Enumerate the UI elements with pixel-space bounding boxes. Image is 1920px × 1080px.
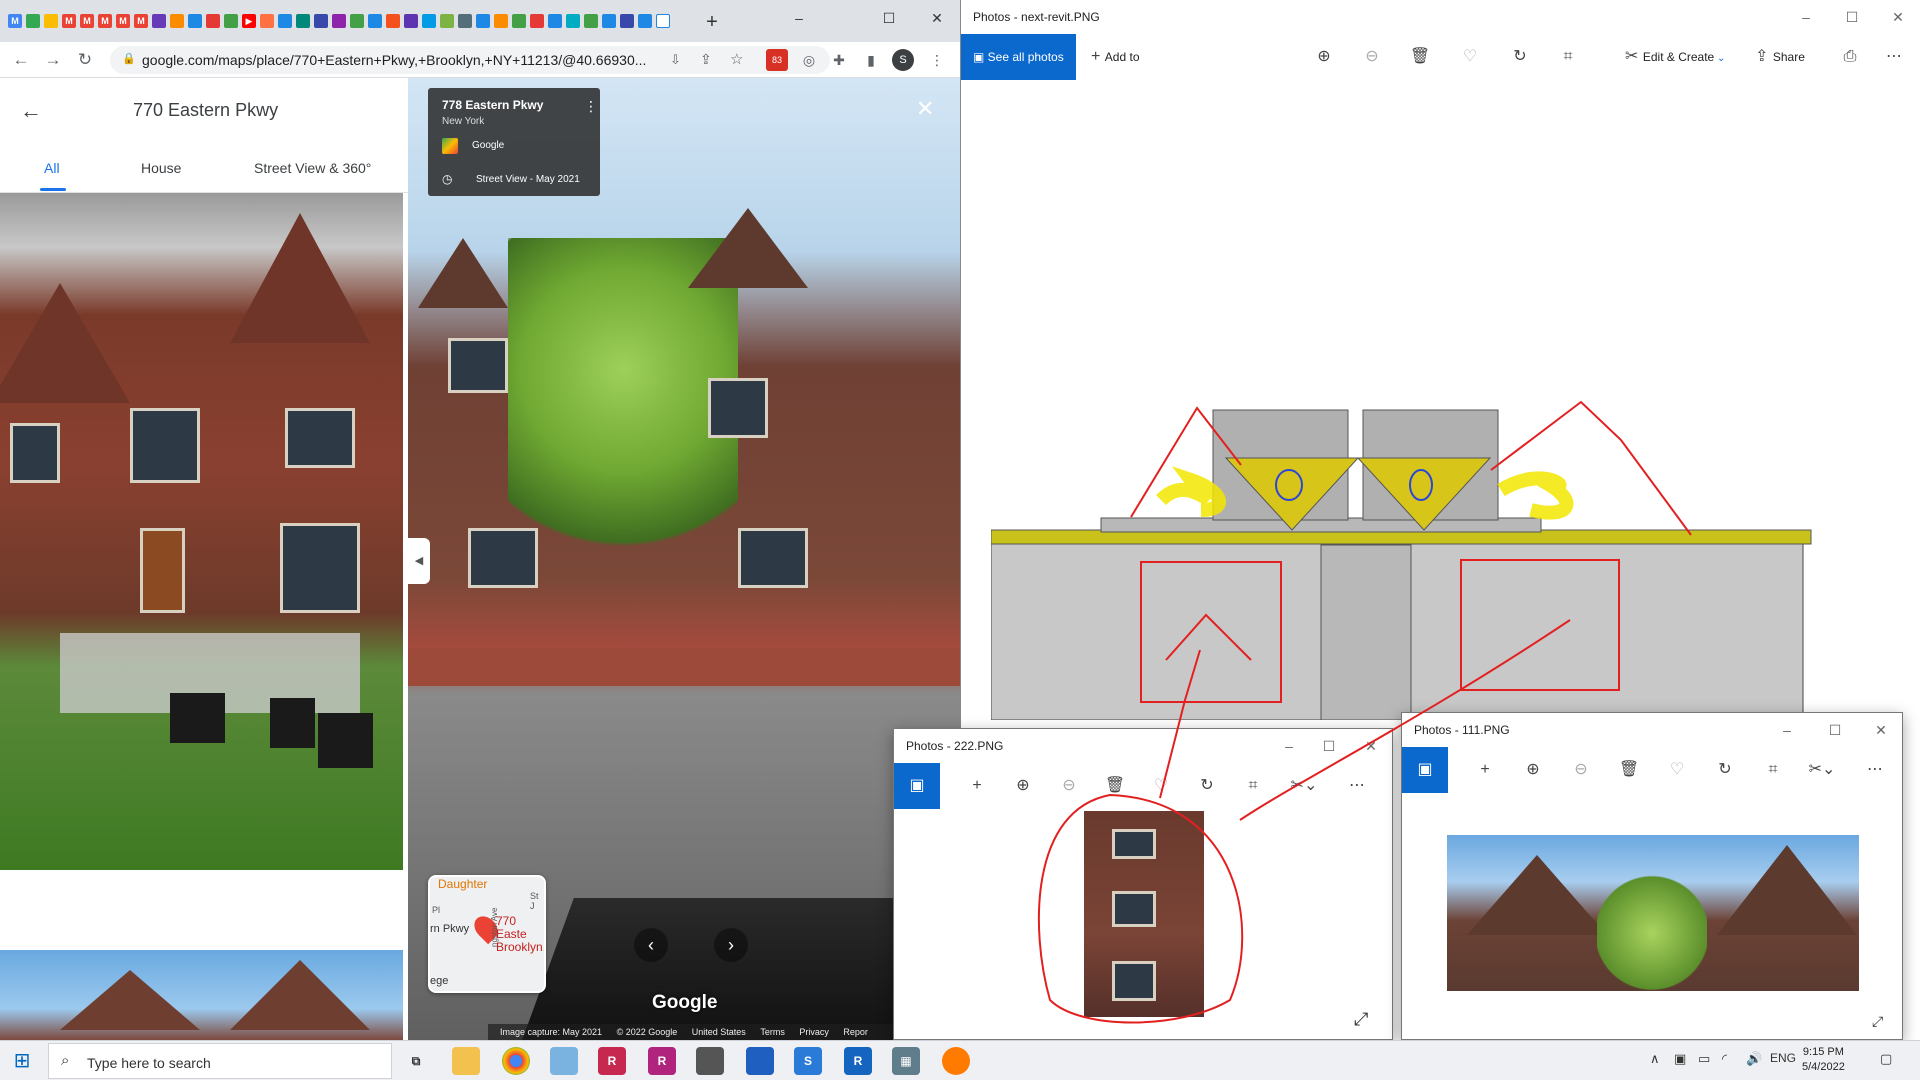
time-text: 9:15 PM [1802, 1046, 1844, 1058]
file-explorer-icon[interactable] [452, 1047, 480, 1075]
app-icon[interactable] [696, 1047, 724, 1075]
taskbar: ⊞ ⌕ Type here to search ⧉ R R S R ▦ ∧ ▣ … [0, 1040, 1920, 1080]
date-text: 5/4/2022 [1802, 1061, 1845, 1073]
chevron-up-icon[interactable]: ∧ [1650, 1051, 1660, 1067]
blender-icon[interactable] [942, 1047, 970, 1075]
red-circle-annotation [1037, 793, 1244, 1024]
wifi-icon[interactable]: ◜ [1722, 1051, 1727, 1067]
sketchup-icon[interactable]: S [794, 1047, 822, 1075]
revit-icon[interactable]: R [844, 1047, 872, 1075]
annotation-overlay [1037, 619, 1571, 1024]
revit-icon[interactable]: R [598, 1047, 626, 1075]
windows-start-icon[interactable]: ⊞ [10, 1049, 34, 1073]
revit-icon[interactable]: R [648, 1047, 676, 1075]
calculator-icon[interactable]: ▦ [892, 1047, 920, 1075]
battery-icon[interactable]: ▭ [1698, 1051, 1710, 1067]
red-arrow-stroke [1239, 619, 1571, 821]
task-view-icon[interactable]: ⧉ [402, 1047, 430, 1075]
search-icon: ⌕ [61, 1052, 70, 1069]
app-icon[interactable] [550, 1047, 578, 1075]
taskbar-search[interactable]: ⌕ Type here to search [48, 1043, 392, 1079]
meet-icon[interactable]: ▣ [1674, 1051, 1686, 1067]
chrome-icon[interactable] [502, 1047, 530, 1075]
search-placeholder: Type here to search [87, 1055, 211, 1071]
volume-icon[interactable]: 🔊 [1746, 1051, 1762, 1067]
notification-icon[interactable]: ▢ [1880, 1051, 1892, 1067]
clock[interactable]: 9:15 PM 5/4/2022 [1802, 1045, 1845, 1075]
language-indicator[interactable]: ENG [1770, 1051, 1796, 1065]
red-arrow-stroke [1159, 649, 1201, 799]
photos-icon[interactable] [746, 1047, 774, 1075]
